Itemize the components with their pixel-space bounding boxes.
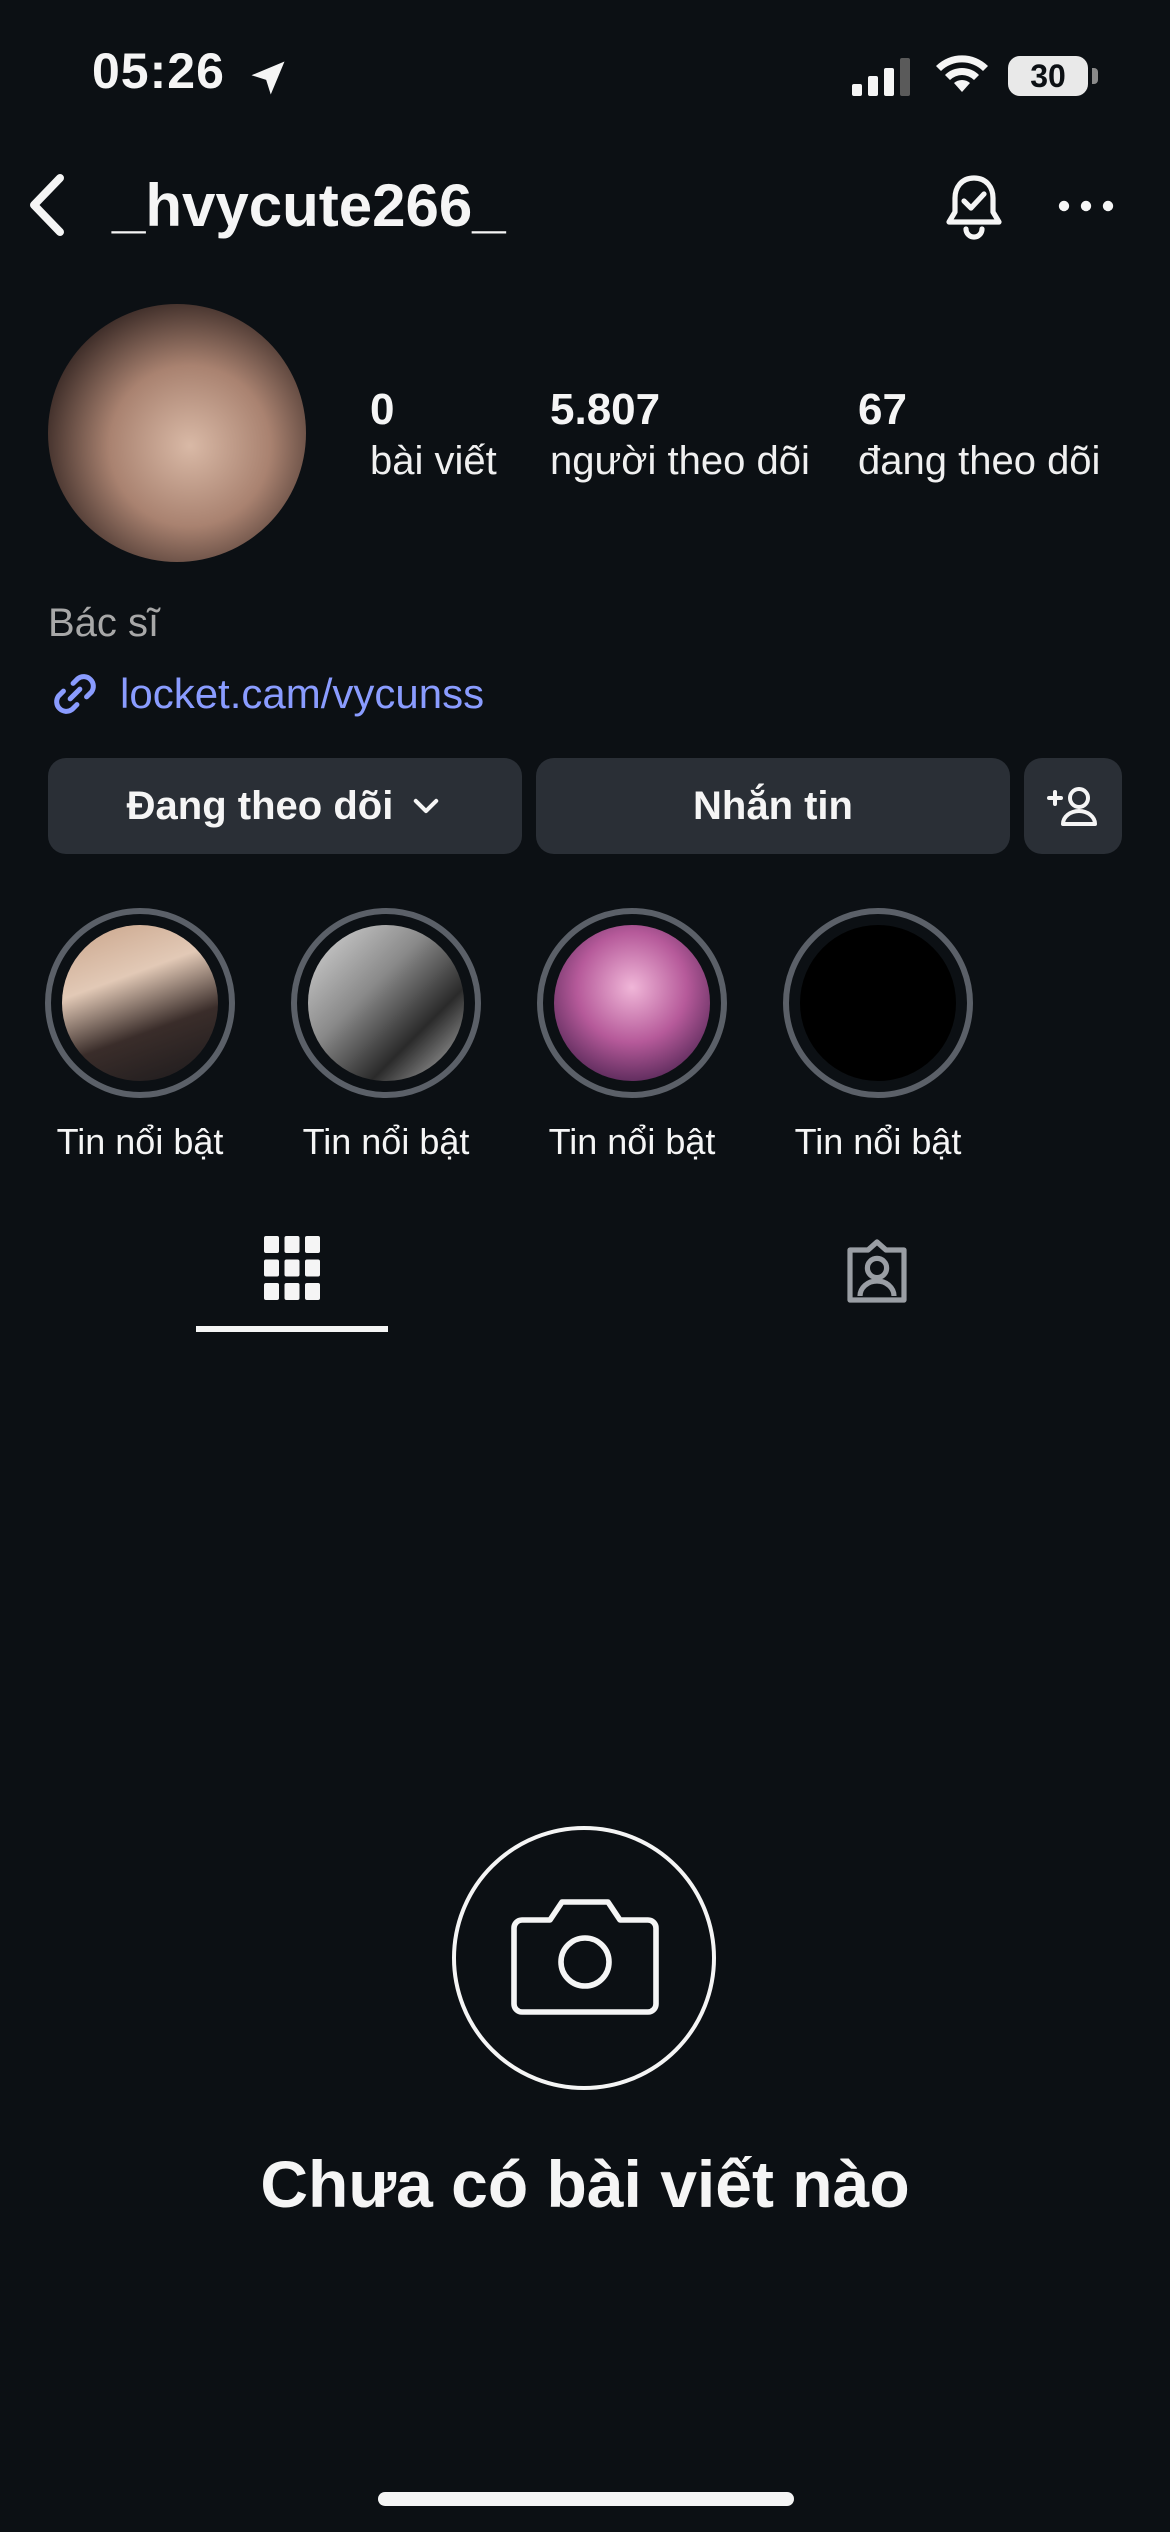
highlight-cover bbox=[554, 925, 710, 1081]
highlight-ring bbox=[45, 908, 235, 1098]
highlight-cover bbox=[62, 925, 218, 1081]
location-arrow-icon bbox=[251, 61, 285, 95]
chevron-down-icon bbox=[414, 798, 439, 814]
highlight-item[interactable]: Tin nổi bật bbox=[288, 908, 484, 1164]
profile-username: _hvycute266_ bbox=[112, 172, 506, 239]
tagged-posts-tab-icon[interactable] bbox=[842, 1236, 912, 1306]
status-bar: 05:26 30 bbox=[0, 0, 1170, 150]
highlight-ring bbox=[537, 908, 727, 1098]
stat-followers-number: 5.807 bbox=[550, 385, 661, 434]
home-indicator[interactable] bbox=[378, 2492, 794, 2506]
profile-avatar[interactable] bbox=[48, 304, 306, 562]
profile-bio: Bác sĩ bbox=[48, 601, 160, 645]
stat-posts-label: bài viết bbox=[370, 439, 497, 483]
highlight-item[interactable]: Tin nổi bật bbox=[42, 908, 238, 1164]
highlight-label: Tin nổi bật bbox=[56, 1121, 224, 1162]
battery-indicator: 30 bbox=[1008, 56, 1088, 96]
profile-link-text: locket.cam/vycunss bbox=[120, 670, 485, 717]
highlight-label: Tin nổi bật bbox=[548, 1121, 716, 1162]
message-button-label: Nhắn tin bbox=[693, 783, 853, 828]
suggest-users-button[interactable] bbox=[1024, 758, 1122, 854]
battery-level: 30 bbox=[1030, 57, 1066, 94]
stat-following-number: 67 bbox=[858, 385, 907, 434]
following-button-label: Đang theo dõi bbox=[126, 783, 394, 828]
stat-posts[interactable]: 0 bài viết bbox=[370, 384, 497, 486]
more-options-icon[interactable] bbox=[1056, 186, 1116, 226]
stat-following[interactable]: 67 đang theo dõi bbox=[858, 384, 1100, 486]
battery-cap bbox=[1092, 68, 1098, 84]
empty-state-text: Chưa có bài viết nào bbox=[260, 2147, 910, 2221]
highlight-item[interactable]: Tin nổi bật bbox=[780, 908, 976, 1164]
highlight-label: Tin nổi bật bbox=[794, 1121, 962, 1162]
posts-grid-tab-icon[interactable] bbox=[262, 1234, 322, 1302]
cellular-signal-icon bbox=[852, 58, 910, 96]
highlight-ring bbox=[291, 908, 481, 1098]
stat-posts-number: 0 bbox=[370, 385, 395, 434]
link-icon bbox=[54, 674, 96, 714]
add-user-icon bbox=[1047, 787, 1097, 826]
highlight-cover bbox=[800, 925, 956, 1081]
highlight-ring bbox=[783, 908, 973, 1098]
active-tab-indicator bbox=[196, 1326, 388, 1332]
status-time: 05:26 bbox=[92, 43, 225, 99]
notification-bell-icon[interactable] bbox=[938, 170, 1010, 242]
stat-followers[interactable]: 5.807 người theo dõi bbox=[550, 384, 810, 486]
highlight-item[interactable]: Tin nổi bật bbox=[534, 908, 730, 1164]
highlight-label: Tin nổi bật bbox=[302, 1121, 470, 1162]
wifi-icon bbox=[936, 55, 988, 92]
stat-following-label: đang theo dõi bbox=[858, 439, 1101, 483]
highlight-cover bbox=[308, 925, 464, 1081]
following-button[interactable]: Đang theo dõi bbox=[48, 758, 522, 854]
camera-icon bbox=[511, 1899, 659, 2015]
stat-followers-label: người theo dõi bbox=[550, 439, 810, 483]
back-chevron-icon[interactable] bbox=[22, 170, 72, 240]
message-button[interactable]: Nhắn tin bbox=[536, 758, 1010, 854]
profile-link[interactable]: locket.cam/vycunss bbox=[48, 666, 484, 722]
